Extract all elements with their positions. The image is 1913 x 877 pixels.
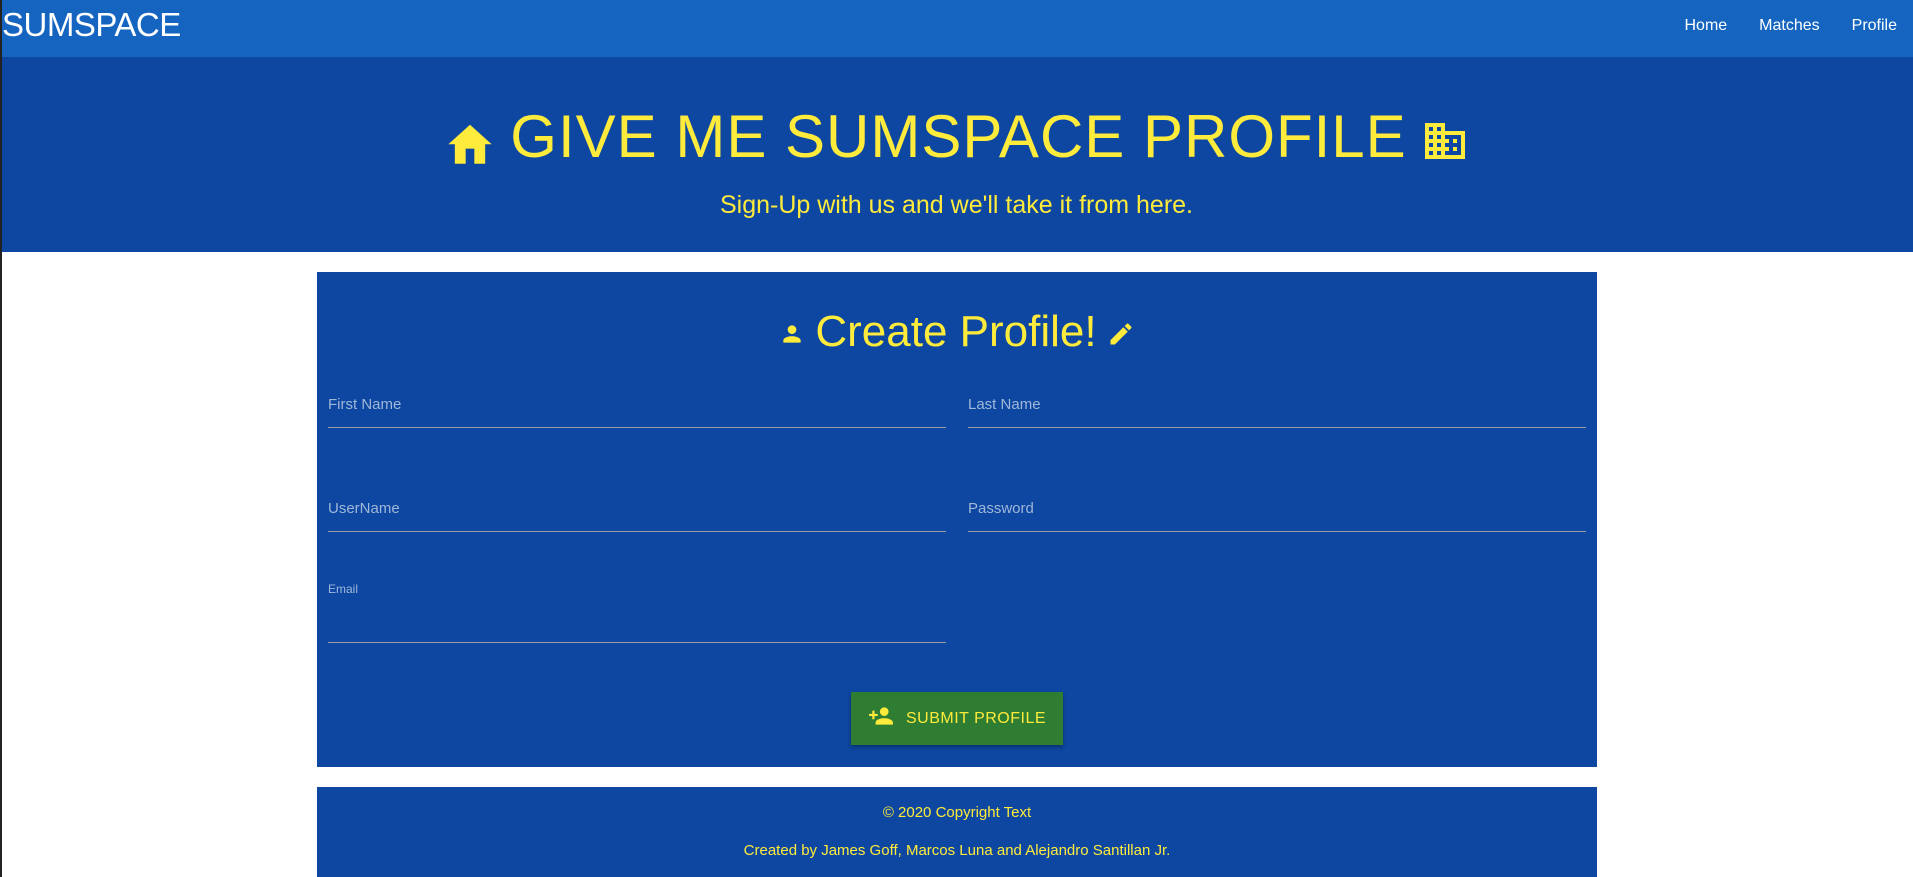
password-field: Password <box>968 494 1586 532</box>
password-underline <box>968 531 1586 532</box>
password-input[interactable] <box>968 502 1586 530</box>
nav-link-matches[interactable]: Matches <box>1743 17 1835 35</box>
window-edge <box>0 0 2 877</box>
navbar: SUMSPACE Home Matches Profile <box>0 0 1913 57</box>
person-add-icon <box>868 705 894 732</box>
first-name-field: First Name <box>328 390 946 428</box>
brand-logo[interactable]: SUMSPACE <box>2 6 181 44</box>
hero-title-row: GIVE ME SUMSPACE PROFILE <box>0 97 1913 177</box>
hero-subtitle: Sign-Up with us and we'll take it from h… <box>719 191 1194 219</box>
username-input[interactable] <box>328 502 946 530</box>
form-title: Create Profile! <box>815 307 1097 356</box>
last-name-underline <box>968 427 1586 428</box>
form-title-row: Create Profile! <box>317 302 1597 362</box>
last-name-input[interactable] <box>968 398 1586 426</box>
email-field: Email <box>328 577 946 643</box>
building-icon <box>1421 116 1469 166</box>
username-underline <box>328 531 946 532</box>
nav-link-profile[interactable]: Profile <box>1836 17 1897 35</box>
username-field: UserName <box>328 494 946 532</box>
first-name-input[interactable] <box>328 398 946 426</box>
footer: © 2020 Copyright Text Created by James G… <box>317 787 1597 877</box>
create-profile-card: Create Profile! First Name Last Name Use… <box>317 272 1597 767</box>
nav-links: Home Matches Profile <box>1668 0 1897 52</box>
person-icon <box>779 321 805 347</box>
last-name-field: Last Name <box>968 390 1586 428</box>
email-label: Email <box>328 582 359 596</box>
first-name-underline <box>328 427 946 428</box>
home-icon <box>444 118 496 164</box>
hero-title: GIVE ME SUMSPACE PROFILE <box>510 103 1407 170</box>
submit-profile-button[interactable]: SUBMIT PROFILE <box>851 692 1063 745</box>
hero-banner: GIVE ME SUMSPACE PROFILE Sign-Up with us… <box>0 57 1913 252</box>
email-underline <box>328 642 946 643</box>
email-input[interactable] <box>328 613 946 641</box>
footer-copyright: © 2020 Copyright Text <box>882 804 1032 821</box>
pencil-icon <box>1107 320 1135 348</box>
submit-profile-label: SUBMIT PROFILE <box>905 709 1047 727</box>
footer-credits: Created by James Goff, Marcos Luna and A… <box>743 842 1171 859</box>
nav-link-home[interactable]: Home <box>1668 17 1743 35</box>
